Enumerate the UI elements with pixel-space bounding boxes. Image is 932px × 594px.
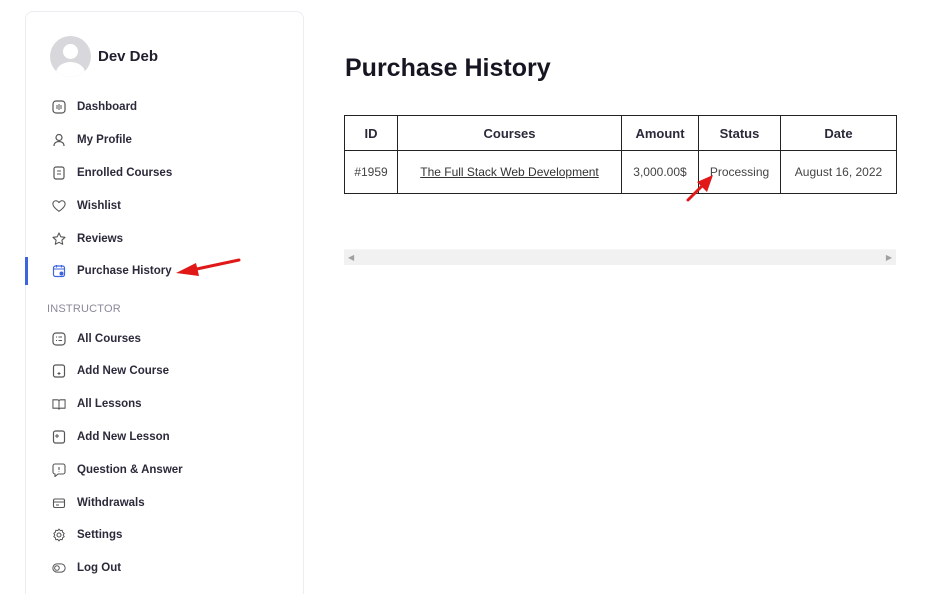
sidebar-item-label: Settings: [77, 529, 123, 541]
profile-name: Dev Deb: [98, 48, 159, 65]
question-icon: [52, 463, 66, 477]
sidebar-item-settings[interactable]: Settings: [26, 523, 303, 547]
sidebar-item-question-answer[interactable]: Question & Answer: [26, 458, 303, 482]
horizontal-scrollbar[interactable]: ◀ ▶: [344, 249, 896, 265]
sidebar-item-label: Log Out: [77, 562, 122, 574]
table-row: #1959 The Full Stack Web Development 3,0…: [344, 150, 897, 194]
sidebar-item-label: My Profile: [77, 134, 132, 146]
add-course-icon: [52, 364, 66, 378]
page-title: Purchase History: [345, 54, 551, 82]
logout-toggle-icon: [52, 561, 66, 575]
sidebar-item-enrolled-courses[interactable]: Enrolled Courses: [26, 161, 303, 185]
sidebar-item-purchase-history[interactable]: Purchase History: [25, 257, 303, 285]
user-profile: Dev Deb: [50, 36, 158, 77]
sidebar-item-all-courses[interactable]: All Courses: [26, 327, 303, 351]
sidebar-item-label: Wishlist: [77, 200, 121, 212]
dashboard-icon: [52, 100, 66, 114]
sidebar-item-log-out[interactable]: Log Out: [26, 556, 303, 580]
order-status: Processing: [698, 150, 781, 194]
sidebar-item-dashboard[interactable]: Dashboard: [26, 95, 303, 119]
course-cell: The Full Stack Web Development: [397, 150, 622, 194]
sidebar-item-all-lessons[interactable]: All Lessons: [26, 392, 303, 416]
sidebar-item-label: Add New Course: [77, 365, 170, 377]
heart-icon: [52, 199, 66, 213]
instructor-section-title: INSTRUCTOR: [47, 303, 121, 315]
sidebar-item-my-profile[interactable]: My Profile: [26, 128, 303, 152]
sidebar-item-label: Reviews: [77, 233, 124, 245]
sidebar-item-label: Withdrawals: [77, 497, 145, 509]
user-icon: [52, 133, 66, 147]
purchase-history-table: ID Courses Amount Status Date #1959 The …: [344, 115, 897, 194]
scroll-left-arrow-icon[interactable]: ◀: [348, 254, 354, 262]
sidebar-item-add-new-course[interactable]: Add New Course: [26, 359, 303, 383]
order-amount: 3,000.00$: [621, 150, 699, 194]
wallet-icon: [52, 496, 66, 510]
order-id: #1959: [344, 150, 398, 194]
avatar[interactable]: [50, 36, 91, 77]
sidebar-item-label: Add New Lesson: [77, 431, 170, 443]
column-header-amount: Amount: [621, 115, 699, 151]
sidebar-item-reviews[interactable]: Reviews: [26, 227, 303, 251]
add-lesson-icon: [52, 430, 66, 444]
calendar-cart-icon: [52, 264, 66, 278]
sidebar-item-label: All Courses: [77, 333, 141, 345]
column-header-date: Date: [780, 115, 897, 151]
table-header-row: ID Courses Amount Status Date: [344, 115, 897, 151]
course-link[interactable]: The Full Stack Web Development: [420, 165, 599, 179]
gear-icon: [52, 528, 66, 542]
star-icon: [52, 232, 66, 246]
sidebar-item-label: All Lessons: [77, 398, 142, 410]
column-header-id: ID: [344, 115, 398, 151]
sidebar-item-withdrawals[interactable]: Withdrawals: [26, 491, 303, 515]
column-header-status: Status: [698, 115, 781, 151]
book-icon: [52, 166, 66, 180]
sidebar-item-add-new-lesson[interactable]: Add New Lesson: [26, 425, 303, 449]
sidebar-item-label: Purchase History: [77, 265, 172, 277]
sidebar-item-label: Dashboard: [77, 101, 138, 113]
courses-icon: [52, 332, 66, 346]
scroll-right-arrow-icon[interactable]: ▶: [886, 254, 892, 262]
dashboard-sidebar: Dev Deb Dashboard My Profile Enrolled Co…: [25, 11, 304, 594]
column-header-courses: Courses: [397, 115, 622, 151]
lessons-icon: [52, 397, 66, 411]
order-date: August 16, 2022: [780, 150, 897, 194]
sidebar-item-label: Enrolled Courses: [77, 167, 173, 179]
sidebar-item-wishlist[interactable]: Wishlist: [26, 194, 303, 218]
sidebar-item-label: Question & Answer: [77, 464, 183, 476]
